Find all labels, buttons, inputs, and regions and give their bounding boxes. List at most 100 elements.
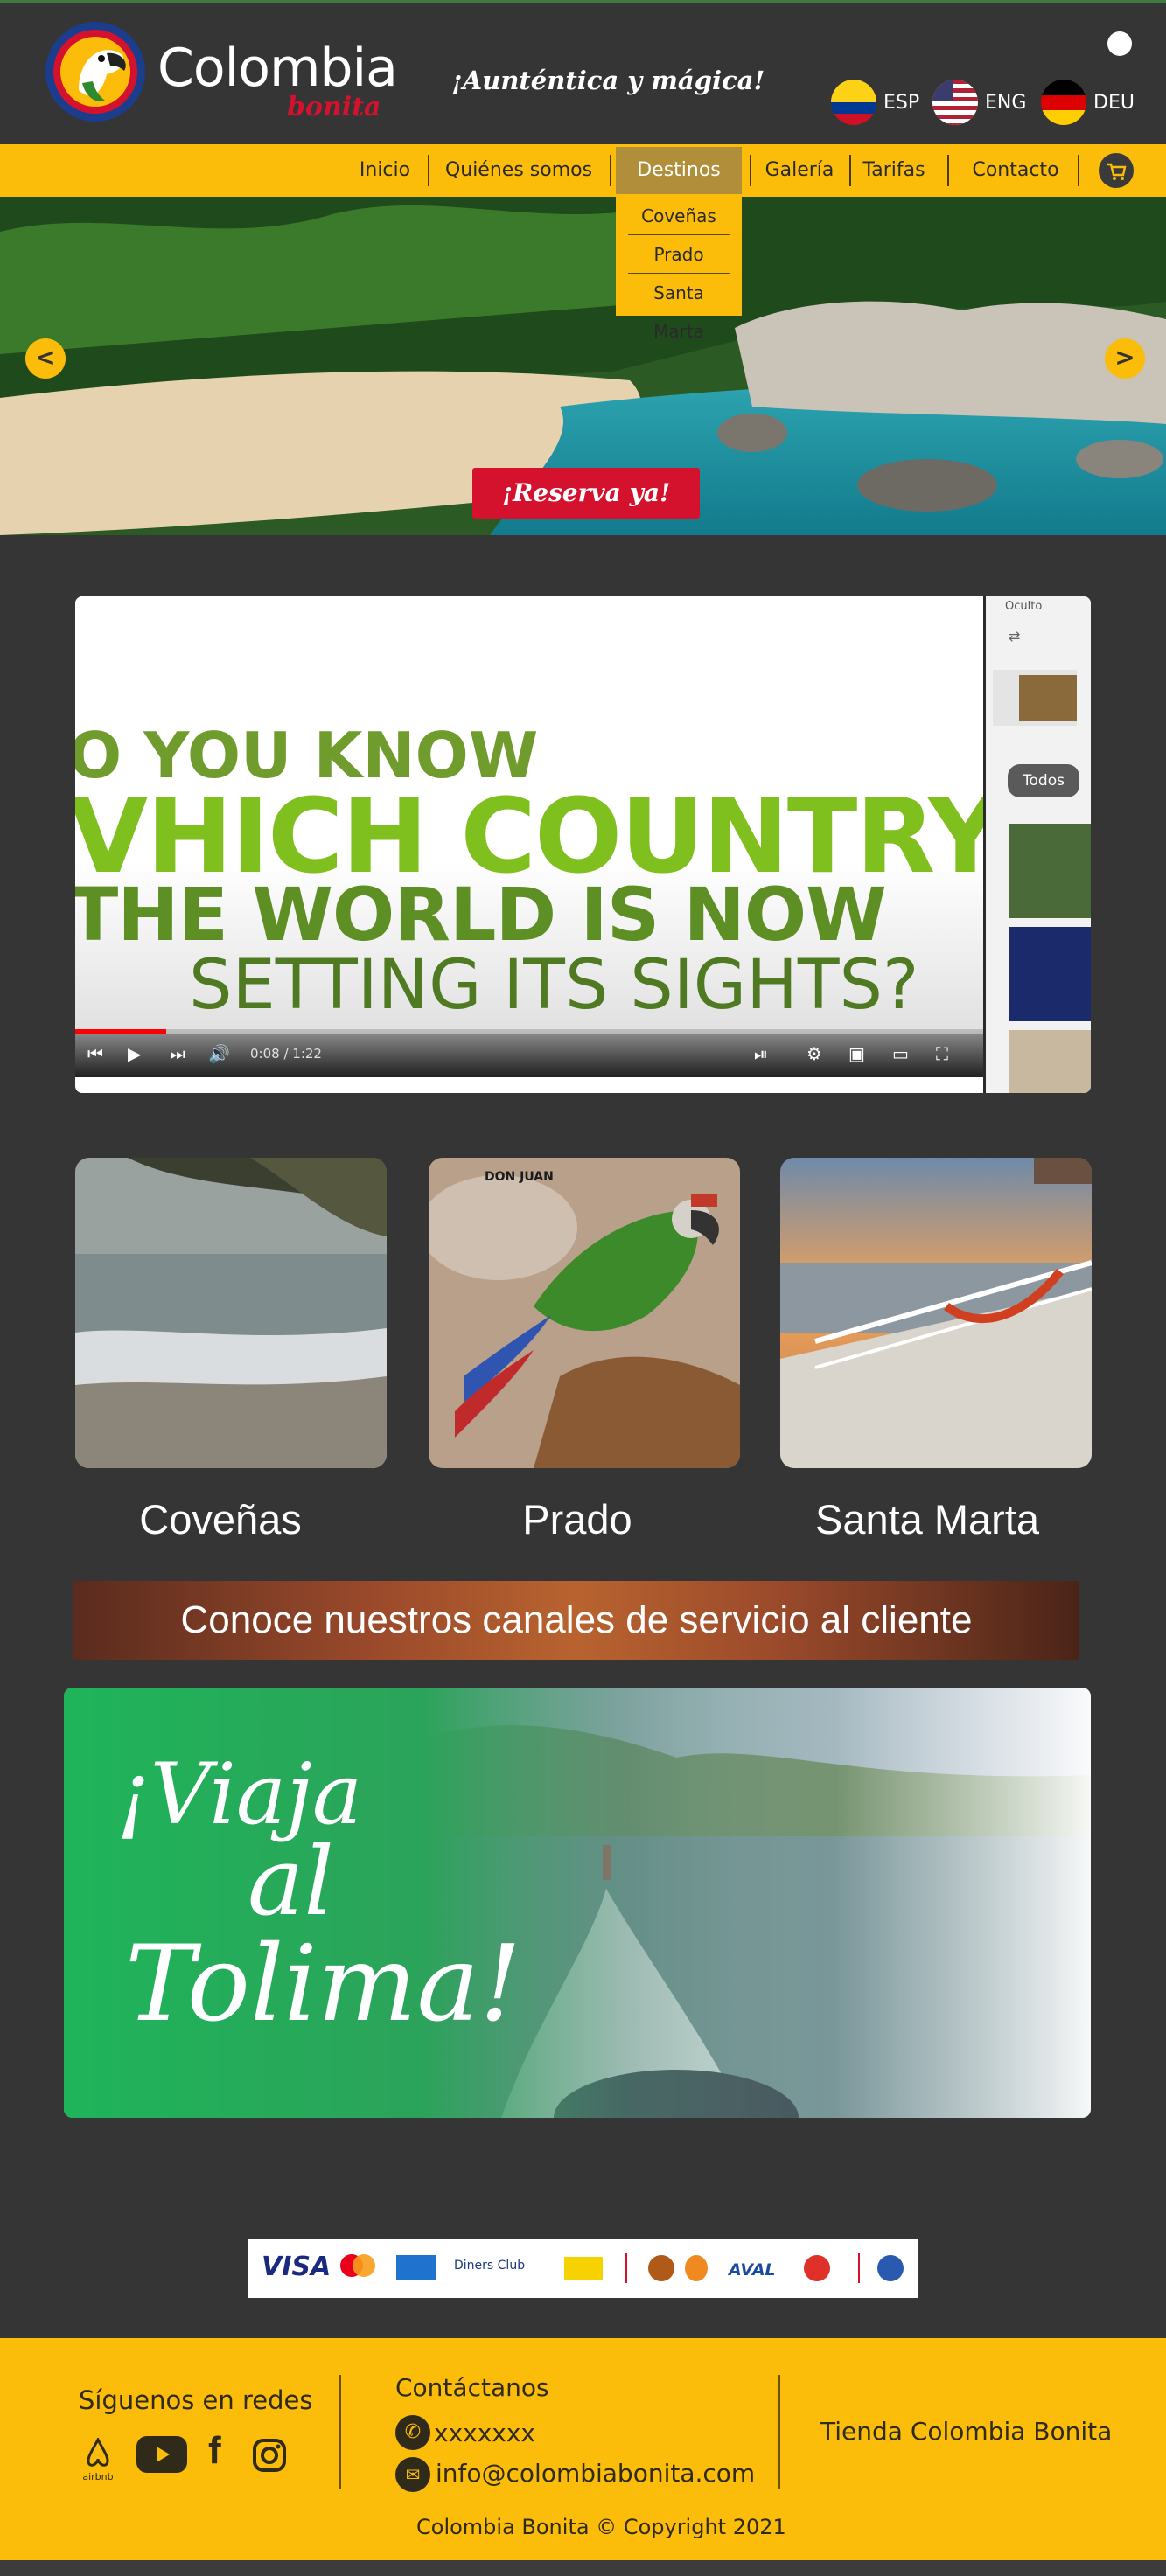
parrot-logo-icon <box>45 22 145 122</box>
playlist-item[interactable] <box>993 670 1077 726</box>
airbnb-link[interactable]: airbnb <box>80 2436 115 2482</box>
promo-line-2: al <box>248 1828 334 1937</box>
volume-icon[interactable]: 🔊 <box>208 1043 230 1064</box>
contact-title: Contáctanos <box>395 2373 549 2402</box>
suggested-thumbnail[interactable] <box>1009 1030 1091 1093</box>
bottom-strip <box>0 2560 1166 2576</box>
hero-next-button[interactable]: > <box>1105 338 1145 379</box>
phone-icon: ✆ <box>395 2415 430 2450</box>
youtube-icon[interactable] <box>136 2436 187 2473</box>
facebook-icon[interactable]: f <box>208 2429 221 2473</box>
dropdown-item-santa-marta[interactable]: Santa Marta <box>628 274 730 342</box>
site-header: Colombia bonita ¡Aunténtica y mágica! ES… <box>0 3 1166 144</box>
airbnb-icon <box>87 2436 109 2467</box>
lang-code: DEU <box>1093 91 1135 114</box>
brand-name: Colombia <box>157 38 398 99</box>
slogan: ¡Aunténtica y mágica! <box>451 66 765 95</box>
reserve-button[interactable]: ¡Reserva ya! <box>472 468 700 519</box>
airbnb-label: airbnb <box>82 2471 114 2482</box>
settings-gear-icon[interactable]: ⚙ <box>806 1043 822 1064</box>
suggested-thumbnail[interactable] <box>1009 927 1091 1021</box>
payment-divider <box>858 2253 860 2283</box>
mastercard-icon <box>340 2254 375 2277</box>
suggested-thumbnail[interactable] <box>1009 824 1091 918</box>
site-footer: Síguenos en redes airbnb f Contáctanos ✆… <box>0 2338 1166 2560</box>
nav-divider <box>849 155 851 186</box>
video-controls: ⏮ ▶ ⏭ 🔊 0:08 / 1:22 ⏯ ⚙ ▣ ▭ ⛶ <box>75 1029 983 1077</box>
fullscreen-icon[interactable]: ⛶ <box>936 1043 948 1064</box>
nav-divider <box>428 155 429 186</box>
store-link[interactable]: Tienda Colombia Bonita <box>820 2417 1112 2446</box>
video-text-line: THE WORLD IS NOW <box>75 872 887 957</box>
video-progress-bar[interactable] <box>75 1029 983 1034</box>
nav-divider <box>947 155 949 186</box>
theater-mode-icon[interactable]: ▭ <box>892 1043 909 1064</box>
destinos-dropdown: Coveñas Prado Santa Marta <box>616 197 742 342</box>
promo-line-3: Tolima! <box>125 1924 522 2045</box>
lang-deu[interactable]: DEU <box>1041 80 1135 125</box>
email-icon: ✉ <box>395 2457 430 2492</box>
video-player[interactable]: O YOU KNOW VHICH COUNTRY THE WORLD IS NO… <box>75 596 1091 1093</box>
toggle-dot[interactable] <box>1107 31 1132 56</box>
payment-methods: VISA Diners Club AVAL <box>248 2239 918 2298</box>
cart-button[interactable] <box>1099 153 1134 188</box>
covenas-beach-image <box>75 1158 387 1468</box>
bank-icon <box>804 2255 830 2281</box>
nav-inicio[interactable]: Inicio <box>350 144 420 197</box>
miniplayer-icon[interactable]: ▣ <box>848 1043 865 1064</box>
video-frame[interactable]: O YOU KNOW VHICH COUNTRY THE WORLD IS NO… <box>75 596 983 1077</box>
colombia-flag-icon <box>831 80 876 125</box>
usa-flag-icon <box>932 80 978 125</box>
play-icon[interactable]: ▶ <box>128 1043 141 1064</box>
destination-label[interactable]: Prado <box>422 1495 733 1543</box>
contact-email[interactable]: info@colombiabonita.com <box>436 2459 755 2488</box>
destination-label[interactable]: Coveñas <box>65 1495 376 1543</box>
autoplay-toggle-icon[interactable]: ⏯ <box>754 1043 768 1064</box>
footer-divider <box>778 2375 780 2489</box>
main-nav: Inicio Quiénes somos Destinos Galería Ta… <box>0 144 1166 197</box>
nav-galeria[interactable]: Galería <box>758 144 841 197</box>
hero-prev-button[interactable]: < <box>25 338 66 379</box>
lang-code: ESP <box>883 91 920 114</box>
tolima-promo-banner[interactable]: ¡Viaja al Tolima! <box>64 1688 1091 2118</box>
diners-club-logo: Diners Club <box>454 2259 526 2273</box>
destination-card-prado[interactable]: DON JUAN <box>429 1158 740 1468</box>
payment-divider <box>625 2253 627 2283</box>
skip-back-icon[interactable]: ⏮ <box>87 1043 103 1064</box>
macaw-parrot-image <box>429 1158 740 1468</box>
lang-eng[interactable]: ENG <box>932 80 1026 125</box>
contact-phone[interactable]: xxxxxxx <box>434 2419 535 2447</box>
destination-card-santa-marta[interactable] <box>780 1158 1092 1468</box>
nav-quienes-somos[interactable]: Quiénes somos <box>436 144 602 197</box>
amex-icon <box>396 2255 436 2280</box>
aval-logo: AVAL <box>729 2260 776 2280</box>
nav-divider <box>1078 155 1079 186</box>
playlist-thumbnail <box>1019 675 1077 721</box>
nav-divider <box>750 155 751 186</box>
copyright: Colombia Bonita © Copyright 2021 <box>416 2515 786 2539</box>
filter-all-chip[interactable]: Todos <box>1008 764 1079 797</box>
germany-flag-icon <box>1041 80 1086 125</box>
visa-logo: VISA <box>262 2252 332 2282</box>
logo[interactable]: Colombia bonita <box>44 20 402 125</box>
destination-card-covenas[interactable] <box>75 1158 387 1468</box>
skip-next-icon[interactable]: ⏭ <box>170 1043 185 1064</box>
dropdown-item-prado[interactable]: Prado <box>628 235 730 274</box>
service-banner-text: Conoce nuestros canales de servicio al c… <box>180 1598 973 1641</box>
sunset-balcony-image <box>780 1158 1092 1468</box>
lang-esp[interactable]: ESP <box>831 80 919 125</box>
customer-service-banner[interactable]: Conoce nuestros canales de servicio al c… <box>73 1581 1079 1660</box>
video-text-line: SETTING ITS SIGHTS? <box>189 946 919 1025</box>
nav-destinos[interactable]: Destinos <box>616 147 742 194</box>
bank-icon <box>685 2255 708 2281</box>
dropdown-item-covenas[interactable]: Coveñas <box>628 197 730 235</box>
loop-icon[interactable]: ⇄ <box>1009 628 1020 644</box>
nav-divider <box>610 155 611 186</box>
photo-caption: DON JUAN <box>485 1170 554 1184</box>
instagram-icon[interactable] <box>252 2438 287 2473</box>
codensa-icon <box>564 2257 603 2280</box>
nav-tarifas[interactable]: Tarifas <box>857 144 931 197</box>
nav-contacto[interactable]: Contacto <box>957 144 1074 197</box>
cart-icon <box>1107 163 1127 180</box>
destination-label[interactable]: Santa Marta <box>772 1495 1083 1543</box>
